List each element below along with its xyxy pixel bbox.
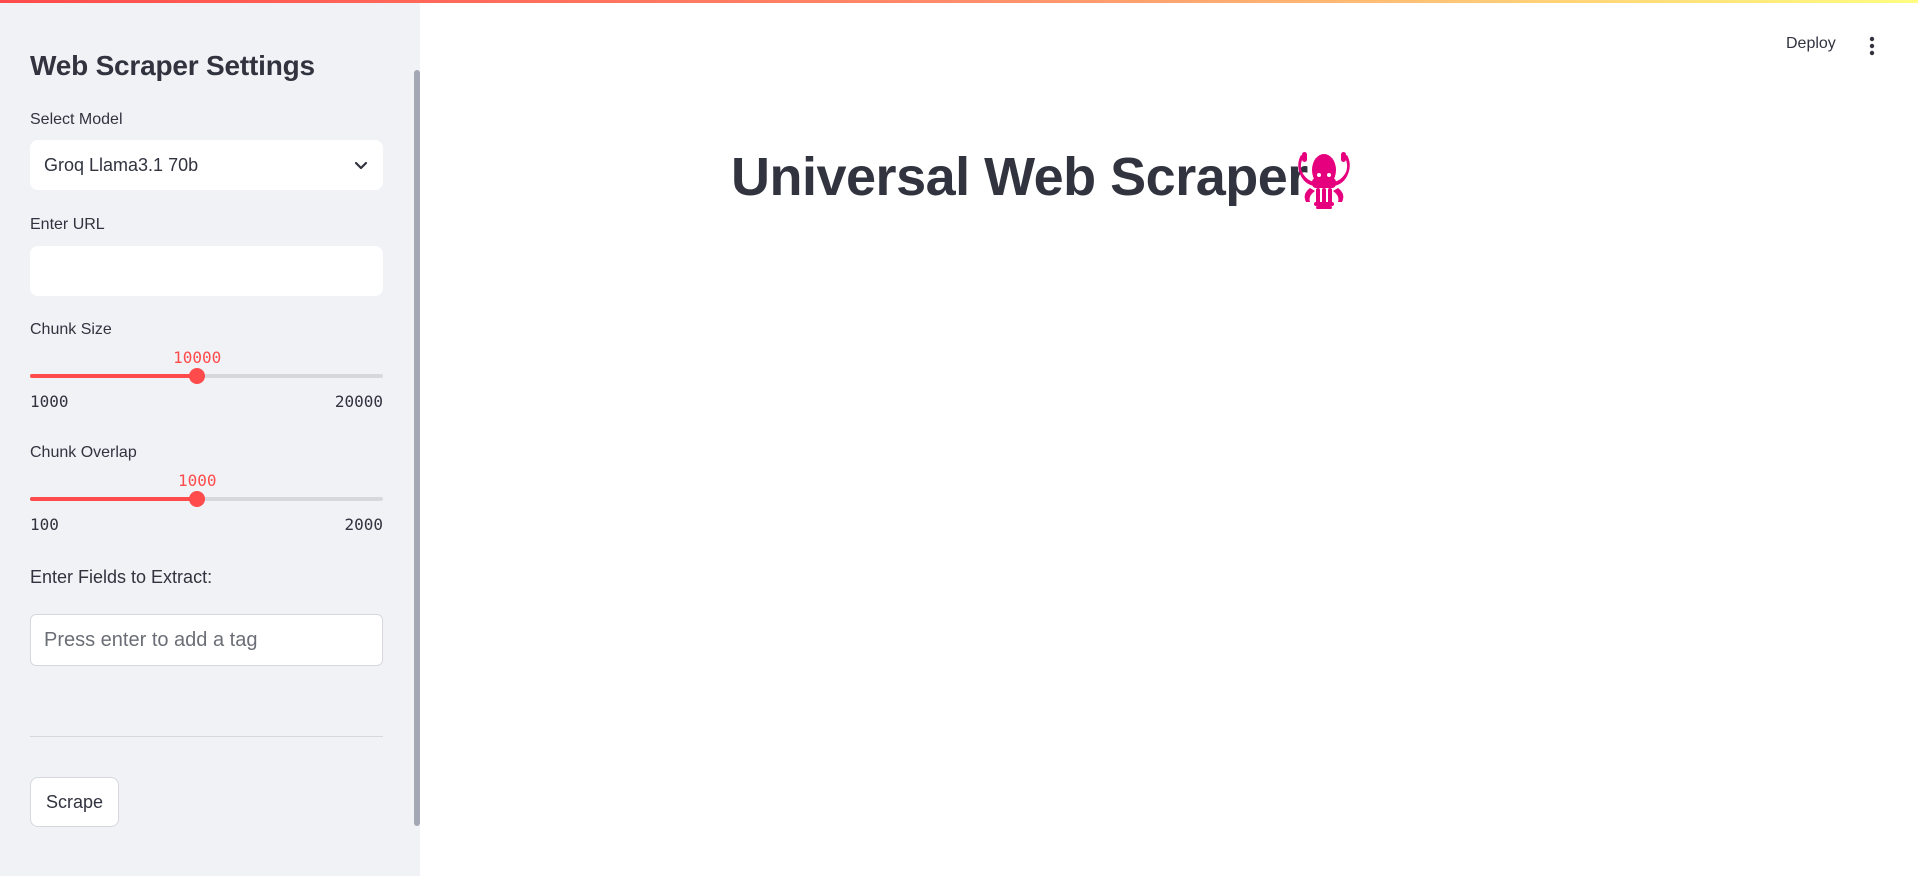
model-select[interactable]: Groq Llama3.1 70b: [30, 140, 383, 190]
chunk-size-value: 10000: [173, 348, 222, 367]
chunk-overlap-thumb[interactable]: [189, 491, 206, 507]
deploy-button[interactable]: Deploy: [1786, 35, 1836, 53]
tag-input[interactable]: Press enter to add a tag: [30, 614, 383, 666]
chunk-overlap-label: Chunk Overlap: [30, 444, 137, 461]
chunk-overlap-fill: [30, 497, 198, 501]
page-title: Universal Web Scraper: [731, 147, 1308, 207]
scrape-button[interactable]: Scrape: [30, 777, 119, 827]
url-input[interactable]: [30, 246, 383, 296]
top-decoration-bar: [0, 0, 1918, 3]
chunk-size-track[interactable]: [30, 368, 383, 384]
chunk-overlap-slider[interactable]: 1000 100 2000: [30, 471, 383, 534]
url-label: Enter URL: [30, 216, 105, 233]
sidebar-title: Web Scraper Settings: [30, 50, 315, 81]
chunk-size-max: 20000: [334, 392, 383, 411]
chunk-size-slider[interactable]: 10000 1000 20000: [30, 348, 383, 411]
squid-emoji-icon: [1298, 152, 1350, 209]
chunk-size-thumb[interactable]: [189, 368, 206, 384]
sidebar-divider: [30, 736, 383, 737]
chunk-overlap-value: 1000: [177, 471, 217, 490]
select-model-label: Select Model: [30, 111, 123, 128]
tag-input-placeholder: Press enter to add a tag: [44, 628, 258, 651]
chunk-overlap-max: 2000: [344, 515, 383, 534]
chunk-overlap-track[interactable]: [30, 491, 383, 507]
sidebar-scrollbar[interactable]: [414, 70, 420, 826]
chunk-size-fill: [30, 374, 198, 378]
chunk-overlap-min: 100: [30, 515, 59, 534]
chunk-size-label: Chunk Size: [30, 321, 112, 338]
sidebar: Web Scraper Settings Select Model Groq L…: [0, 0, 420, 876]
fields-label: Enter Fields to Extract:: [30, 567, 213, 587]
chunk-size-min: 1000: [30, 392, 69, 411]
kebab-vertical-icon[interactable]: [1864, 34, 1880, 58]
chevron-down-icon: [354, 161, 368, 170]
model-select-value: Groq Llama3.1 70b: [44, 154, 199, 175]
